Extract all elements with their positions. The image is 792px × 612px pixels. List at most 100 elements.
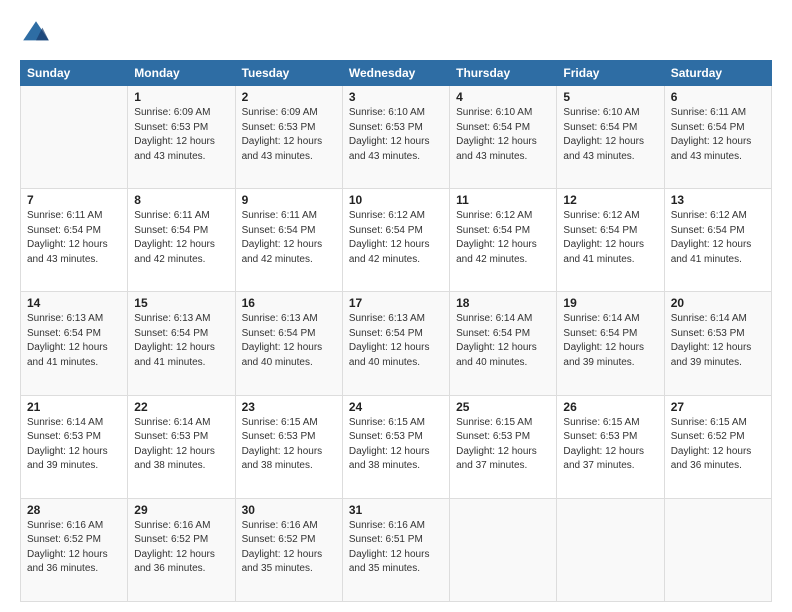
calendar-cell: 18 Sunrise: 6:14 AM Sunset: 6:54 PM Dayli… <box>450 292 557 395</box>
calendar-cell: 11 Sunrise: 6:12 AM Sunset: 6:54 PM Dayli… <box>450 189 557 292</box>
weekday-header: Monday <box>128 61 235 86</box>
calendar-cell <box>557 498 664 601</box>
day-info: Sunrise: 6:16 AM Sunset: 6:51 PM Dayligh… <box>349 519 443 577</box>
calendar-table: SundayMondayTuesdayWednesdayThursdayFrid… <box>20 60 772 602</box>
day-info: Sunrise: 6:12 AM Sunset: 6:54 PM Dayligh… <box>563 209 657 267</box>
weekday-header: Tuesday <box>235 61 342 86</box>
calendar-week-row: 1 Sunrise: 6:09 AM Sunset: 6:53 PM Daylig… <box>21 86 772 189</box>
calendar-cell: 7 Sunrise: 6:11 AM Sunset: 6:54 PM Daylig… <box>21 189 128 292</box>
logo <box>20 18 56 50</box>
calendar-cell: 24 Sunrise: 6:15 AM Sunset: 6:53 PM Dayli… <box>342 395 449 498</box>
day-info: Sunrise: 6:11 AM Sunset: 6:54 PM Dayligh… <box>27 209 121 267</box>
day-info: Sunrise: 6:15 AM Sunset: 6:53 PM Dayligh… <box>349 416 443 474</box>
day-number: 28 <box>27 503 121 517</box>
weekday-header: Wednesday <box>342 61 449 86</box>
day-info: Sunrise: 6:15 AM Sunset: 6:53 PM Dayligh… <box>242 416 336 474</box>
day-info: Sunrise: 6:12 AM Sunset: 6:54 PM Dayligh… <box>349 209 443 267</box>
day-info: Sunrise: 6:15 AM Sunset: 6:52 PM Dayligh… <box>671 416 765 474</box>
weekday-header: Friday <box>557 61 664 86</box>
weekday-header: Saturday <box>664 61 771 86</box>
day-info: Sunrise: 6:11 AM Sunset: 6:54 PM Dayligh… <box>134 209 228 267</box>
calendar-cell: 15Sunrise: 6:13 AM Sunset: 6:54 PM Dayli… <box>128 292 235 395</box>
weekday-header: Thursday <box>450 61 557 86</box>
day-number: 18 <box>456 296 550 310</box>
day-number: 24 <box>349 400 443 414</box>
calendar-cell <box>21 86 128 189</box>
day-info: Sunrise: 6:13 AM Sunset: 6:54 PM Dayligh… <box>242 312 336 370</box>
calendar-cell: 30Sunrise: 6:16 AM Sunset: 6:52 PM Dayli… <box>235 498 342 601</box>
calendar-cell: 20Sunrise: 6:14 AM Sunset: 6:53 PM Dayli… <box>664 292 771 395</box>
day-number: 16 <box>242 296 336 310</box>
calendar-cell: 8 Sunrise: 6:11 AM Sunset: 6:54 PM Daylig… <box>128 189 235 292</box>
day-info: Sunrise: 6:12 AM Sunset: 6:54 PM Dayligh… <box>671 209 765 267</box>
calendar-cell <box>450 498 557 601</box>
day-number: 27 <box>671 400 765 414</box>
calendar-week-row: 21 Sunrise: 6:14 AM Sunset: 6:53 PM Dayli… <box>21 395 772 498</box>
calendar-cell: 21Sunrise: 6:14 AM Sunset: 6:53 PM Dayli… <box>21 395 128 498</box>
day-number: 21 <box>27 400 121 414</box>
calendar-cell: 9Sunrise: 6:11 AM Sunset: 6:54 PM Daylig… <box>235 189 342 292</box>
calendar-week-row: 14 Sunrise: 6:13 AM Sunset: 6:54 PM Dayli… <box>21 292 772 395</box>
calendar-cell: 14 Sunrise: 6:13 AM Sunset: 6:54 PM Dayli… <box>21 292 128 395</box>
calendar-cell: 28 Sunrise: 6:16 AM Sunset: 6:52 PM Dayli… <box>21 498 128 601</box>
page: SundayMondayTuesdayWednesdayThursdayFrid… <box>0 0 792 612</box>
day-number: 19 <box>563 296 657 310</box>
calendar-cell: 17 Sunrise: 6:13 AM Sunset: 6:54 PM Dayli… <box>342 292 449 395</box>
day-number: 25 <box>456 400 550 414</box>
calendar-cell: 27 Sunrise: 6:15 AM Sunset: 6:52 PM Dayli… <box>664 395 771 498</box>
day-number: 15 <box>134 296 228 310</box>
day-info: Sunrise: 6:11 AM Sunset: 6:54 PM Dayligh… <box>671 106 765 164</box>
calendar-cell: 2 Sunrise: 6:09 AM Sunset: 6:53 PM Daylig… <box>235 86 342 189</box>
calendar-cell: 4 Sunrise: 6:10 AM Sunset: 6:54 PM Daylig… <box>450 86 557 189</box>
calendar-cell: 6Sunrise: 6:11 AM Sunset: 6:54 PM Daylig… <box>664 86 771 189</box>
logo-icon <box>20 18 52 50</box>
calendar-cell <box>664 498 771 601</box>
calendar-cell: 31Sunrise: 6:16 AM Sunset: 6:51 PM Dayli… <box>342 498 449 601</box>
calendar-cell: 26Sunrise: 6:15 AM Sunset: 6:53 PM Dayli… <box>557 395 664 498</box>
day-info: Sunrise: 6:14 AM Sunset: 6:53 PM Dayligh… <box>671 312 765 370</box>
calendar-cell: 29 Sunrise: 6:16 AM Sunset: 6:52 PM Dayli… <box>128 498 235 601</box>
day-number: 26 <box>563 400 657 414</box>
day-info: Sunrise: 6:09 AM Sunset: 6:53 PM Dayligh… <box>242 106 336 164</box>
day-number: 2 <box>242 90 336 104</box>
day-info: Sunrise: 6:16 AM Sunset: 6:52 PM Dayligh… <box>242 519 336 577</box>
day-number: 17 <box>349 296 443 310</box>
day-info: Sunrise: 6:10 AM Sunset: 6:54 PM Dayligh… <box>563 106 657 164</box>
calendar-cell: 25 Sunrise: 6:15 AM Sunset: 6:53 PM Dayli… <box>450 395 557 498</box>
day-info: Sunrise: 6:10 AM Sunset: 6:54 PM Dayligh… <box>456 106 550 164</box>
header <box>20 18 772 50</box>
calendar-cell: 10 Sunrise: 6:12 AM Sunset: 6:54 PM Dayli… <box>342 189 449 292</box>
weekday-header-row: SundayMondayTuesdayWednesdayThursdayFrid… <box>21 61 772 86</box>
day-info: Sunrise: 6:13 AM Sunset: 6:54 PM Dayligh… <box>349 312 443 370</box>
day-number: 22 <box>134 400 228 414</box>
day-info: Sunrise: 6:16 AM Sunset: 6:52 PM Dayligh… <box>134 519 228 577</box>
day-number: 7 <box>27 193 121 207</box>
day-info: Sunrise: 6:13 AM Sunset: 6:54 PM Dayligh… <box>27 312 121 370</box>
calendar-cell: 5 Sunrise: 6:10 AM Sunset: 6:54 PM Daylig… <box>557 86 664 189</box>
day-number: 11 <box>456 193 550 207</box>
calendar-week-row: 7 Sunrise: 6:11 AM Sunset: 6:54 PM Daylig… <box>21 189 772 292</box>
day-number: 1 <box>134 90 228 104</box>
day-info: Sunrise: 6:12 AM Sunset: 6:54 PM Dayligh… <box>456 209 550 267</box>
day-number: 8 <box>134 193 228 207</box>
day-info: Sunrise: 6:14 AM Sunset: 6:53 PM Dayligh… <box>134 416 228 474</box>
day-number: 14 <box>27 296 121 310</box>
day-info: Sunrise: 6:09 AM Sunset: 6:53 PM Dayligh… <box>134 106 228 164</box>
day-number: 29 <box>134 503 228 517</box>
day-info: Sunrise: 6:15 AM Sunset: 6:53 PM Dayligh… <box>456 416 550 474</box>
day-info: Sunrise: 6:16 AM Sunset: 6:52 PM Dayligh… <box>27 519 121 577</box>
calendar-cell: 23 Sunrise: 6:15 AM Sunset: 6:53 PM Dayli… <box>235 395 342 498</box>
day-number: 5 <box>563 90 657 104</box>
day-info: Sunrise: 6:14 AM Sunset: 6:54 PM Dayligh… <box>563 312 657 370</box>
day-number: 9 <box>242 193 336 207</box>
day-number: 4 <box>456 90 550 104</box>
day-number: 10 <box>349 193 443 207</box>
calendar-cell: 19 Sunrise: 6:14 AM Sunset: 6:54 PM Dayli… <box>557 292 664 395</box>
calendar-cell: 22 Sunrise: 6:14 AM Sunset: 6:53 PM Dayli… <box>128 395 235 498</box>
calendar-cell: 12Sunrise: 6:12 AM Sunset: 6:54 PM Dayli… <box>557 189 664 292</box>
day-number: 3 <box>349 90 443 104</box>
day-info: Sunrise: 6:14 AM Sunset: 6:54 PM Dayligh… <box>456 312 550 370</box>
weekday-header: Sunday <box>21 61 128 86</box>
day-number: 23 <box>242 400 336 414</box>
day-info: Sunrise: 6:10 AM Sunset: 6:53 PM Dayligh… <box>349 106 443 164</box>
